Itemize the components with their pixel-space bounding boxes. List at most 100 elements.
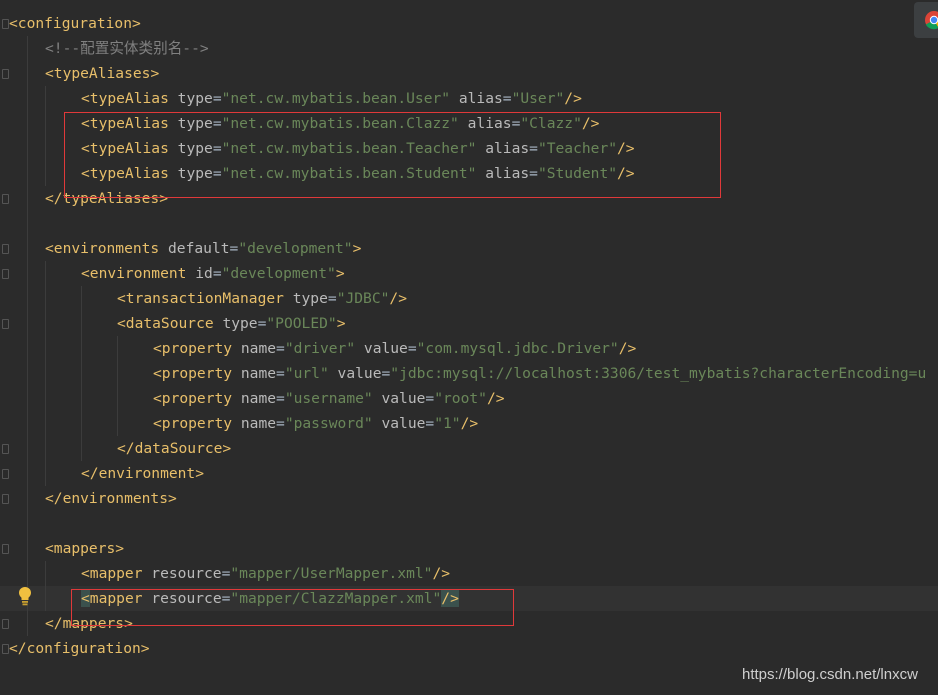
token-tag: <property — [153, 415, 241, 432]
code-line[interactable]: </environments> — [0, 486, 938, 511]
token-attr: value — [372, 415, 426, 432]
token-val: "1" — [434, 415, 461, 432]
code-line[interactable]: <property name="password" value="1"/> — [0, 411, 938, 436]
code-line[interactable]: <transactionManager type="JDBC"/> — [0, 286, 938, 311]
token-val: "development" — [238, 240, 353, 257]
token-attr: type — [292, 290, 328, 307]
fold-marker-icon[interactable] — [2, 319, 9, 329]
code-text: </environment> — [81, 461, 204, 486]
token-tag: <environments — [45, 240, 169, 257]
indent-guide — [45, 86, 46, 186]
code-line[interactable]: <environments default="development"> — [0, 236, 938, 261]
fold-marker-icon[interactable] — [2, 494, 9, 504]
lightbulb-icon[interactable] — [18, 586, 32, 606]
indent-guide — [81, 286, 82, 461]
code-text: <property name="url" value="jdbc:mysql:/… — [153, 361, 926, 386]
code-text: <property name="driver" value="com.mysql… — [153, 336, 636, 361]
token-attr: value — [355, 340, 408, 357]
code-line[interactable]: <environment id="development"> — [0, 261, 938, 286]
token-val: "net.cw.mybatis.bean.User" — [221, 90, 451, 107]
token-attr: id — [195, 265, 213, 282]
token-tag: <transactionManager — [117, 290, 293, 307]
code-text: <environments default="development"> — [45, 236, 361, 261]
code-line[interactable]: <typeAlias type="net.cw.mybatis.bean.Use… — [0, 86, 938, 111]
token-attr: value — [372, 390, 426, 407]
indent-guide — [45, 261, 46, 486]
code-text: <!--配置实体类别名--> — [45, 36, 209, 61]
code-line[interactable]: <dataSource type="POOLED"> — [0, 311, 938, 336]
chrome-icon-button[interactable] — [914, 2, 938, 38]
code-line[interactable]: <mapper resource="mapper/UserMapper.xml"… — [0, 561, 938, 586]
token-eq: = — [276, 365, 285, 382]
token-eq: = — [276, 390, 285, 407]
token-attr: type — [222, 315, 258, 332]
token-tag: /> — [432, 565, 451, 582]
token-val: "mapper/UserMapper.xml" — [230, 565, 433, 582]
token-attr: name — [240, 415, 277, 432]
token-tag: <mapper — [81, 565, 152, 582]
fold-marker-icon[interactable] — [2, 194, 9, 204]
token-tag: <configuration — [9, 15, 133, 32]
code-line[interactable]: </configuration> — [0, 636, 938, 661]
fold-marker-icon[interactable] — [2, 469, 9, 479]
token-tag: > — [352, 240, 362, 257]
token-attr: resource — [151, 565, 222, 582]
code-line[interactable]: </environment> — [0, 461, 938, 486]
code-text: <typeAlias type="net.cw.mybatis.bean.Use… — [81, 86, 582, 111]
token-val: "jdbc:mysql://localhost:3306/test_mybati… — [390, 365, 927, 382]
token-attr: alias — [450, 90, 503, 107]
fold-marker-icon[interactable] — [2, 19, 9, 29]
fold-marker-icon[interactable] — [2, 644, 9, 654]
code-line[interactable]: <property name="driver" value="com.mysql… — [0, 336, 938, 361]
highlight-box-type-aliases — [64, 112, 721, 198]
code-text: <mapper resource="mapper/UserMapper.xml"… — [81, 561, 450, 586]
code-text: </configuration> — [9, 636, 150, 661]
code-line[interactable] — [0, 511, 938, 536]
token-tag: </dataSource> — [117, 440, 232, 457]
token-eq: = — [425, 390, 435, 407]
token-comment: <!--配置实体类别名--> — [45, 40, 209, 57]
token-eq: = — [381, 365, 391, 382]
code-line[interactable]: <!--配置实体类别名--> — [0, 36, 938, 61]
code-text: <configuration> — [9, 11, 141, 36]
token-tag: <environment — [81, 265, 196, 282]
token-eq: = — [212, 90, 222, 107]
code-text: </environments> — [45, 486, 177, 511]
token-eq: = — [276, 340, 285, 357]
code-line[interactable]: <mappers> — [0, 536, 938, 561]
fold-marker-icon[interactable] — [2, 244, 9, 254]
code-line[interactable]: <property name="url" value="jdbc:mysql:/… — [0, 361, 938, 386]
fold-marker-icon[interactable] — [2, 269, 9, 279]
token-eq: = — [425, 415, 435, 432]
token-tag: /> — [618, 340, 637, 357]
code-line[interactable]: <typeAliases> — [0, 61, 938, 86]
fold-marker-icon[interactable] — [2, 544, 9, 554]
indent-guide — [27, 36, 28, 636]
token-val: "POOLED" — [266, 315, 337, 332]
token-val: "User" — [511, 90, 565, 107]
token-tag: </configuration> — [9, 640, 150, 657]
token-tag: <dataSource — [117, 315, 223, 332]
code-text: <dataSource type="POOLED"> — [117, 311, 345, 336]
token-val: "url" — [284, 365, 329, 382]
fold-marker-icon[interactable] — [2, 69, 9, 79]
token-tag: <property — [153, 340, 241, 357]
token-eq: = — [502, 90, 512, 107]
code-line[interactable] — [0, 211, 938, 236]
token-tag: </environment> — [81, 465, 205, 482]
fold-marker-icon[interactable] — [2, 619, 9, 629]
watermark-text: https://blog.csdn.net/lnxcw — [742, 666, 918, 683]
code-line[interactable]: </dataSource> — [0, 436, 938, 461]
code-text: <environment id="development"> — [81, 261, 345, 286]
code-line[interactable]: <configuration> — [0, 11, 938, 36]
code-text: <property name="password" value="1"/> — [153, 411, 478, 436]
token-tag: <typeAliases — [45, 65, 151, 82]
fold-marker-icon[interactable] — [2, 444, 9, 454]
indent-guide — [117, 336, 118, 436]
token-tag: <mappers> — [45, 540, 125, 557]
code-line[interactable]: <property name="username" value="root"/> — [0, 386, 938, 411]
token-eq: = — [407, 340, 417, 357]
token-attr: type — [177, 90, 213, 107]
token-attr: default — [168, 240, 230, 257]
token-tag: <property — [153, 390, 241, 407]
